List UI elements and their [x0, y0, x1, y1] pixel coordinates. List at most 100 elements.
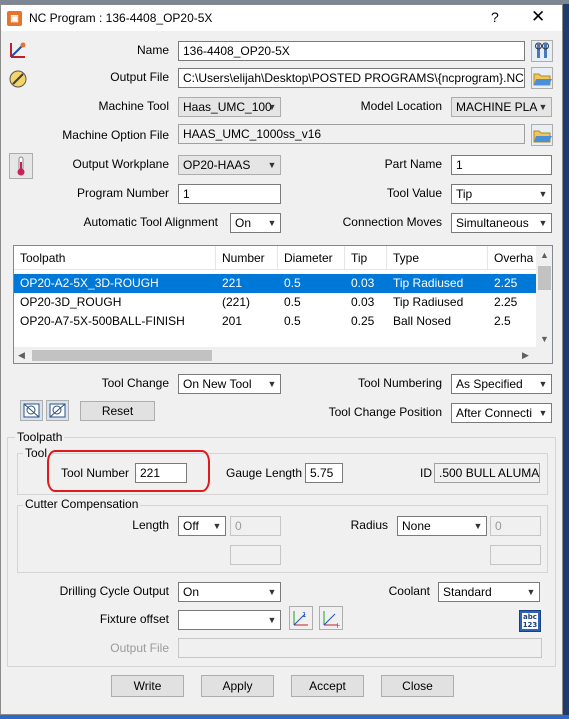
length-extra-input[interactable] — [230, 545, 281, 565]
tool-change-label: Tool Change — [101, 376, 169, 390]
app-icon: ▣ — [7, 11, 22, 26]
connection-moves-label: Connection Moves — [342, 215, 442, 229]
gauge-length-input[interactable]: 5.75 — [305, 463, 343, 483]
tool-change-select[interactable]: On New Tool ▼ — [178, 374, 281, 394]
fixture-offset-add-icon[interactable]: + — [319, 606, 343, 630]
write-button[interactable]: Write — [111, 675, 184, 697]
compass-icon[interactable] — [7, 68, 29, 90]
chevron-down-icon: ▼ — [473, 521, 483, 531]
chevron-down-icon: ▼ — [267, 587, 277, 597]
reset-button[interactable]: Reset — [80, 401, 155, 421]
cell-type: Ball Nosed — [393, 314, 452, 328]
abc-123-icon[interactable]: abc 123 — [519, 610, 541, 632]
column-header-toolpath[interactable]: Toolpath — [14, 246, 216, 270]
output-workplane-label: Output Workplane — [72, 157, 170, 171]
fixture-offset-axes-icon[interactable]: 1 — [289, 606, 313, 630]
chevron-down-icon: ▼ — [538, 102, 548, 112]
fixture-offset-label: Fixture offset — [99, 612, 169, 626]
chevron-down-icon: ▼ — [267, 218, 277, 228]
cell-type: Tip Radiused — [393, 295, 464, 309]
auto-tool-alignment-label: Automatic Tool Alignment — [83, 215, 218, 229]
chevron-down-icon: ▼ — [538, 218, 548, 228]
program-number-input[interactable]: 1 — [178, 184, 281, 204]
coolant-select[interactable]: Standard ▼ — [438, 582, 540, 602]
length-value: Off — [183, 519, 199, 533]
annotation-highlight — [47, 450, 210, 492]
radius-number-input[interactable]: 0 — [490, 516, 541, 536]
cell-toolpath: OP20-3D_ROUGH — [20, 295, 122, 309]
tool-id-input[interactable]: .500 BULL ALUMAS — [434, 463, 540, 483]
tool-list-icon[interactable] — [20, 400, 43, 421]
folder-open-icon[interactable] — [531, 124, 553, 146]
table-row[interactable]: OP20-A2-5X_3D-ROUGH 221 0.5 0.03 Tip Rad… — [14, 274, 536, 293]
tool-numbering-select[interactable]: As Specified ▼ — [451, 374, 552, 394]
name-input[interactable]: 136-4408_OP20-5X — [178, 41, 525, 61]
cell-tip: 0.03 — [351, 295, 375, 309]
tool-change-position-select[interactable]: After Connecti ▼ — [451, 403, 552, 423]
chevron-down-icon: ▼ — [538, 189, 548, 199]
accept-button[interactable]: Accept — [291, 675, 364, 697]
help-button[interactable]: ? — [491, 9, 499, 25]
program-number-label: Program Number — [76, 186, 169, 200]
scroll-down-icon[interactable]: ▼ — [540, 334, 549, 344]
scroll-right-icon[interactable]: ▶ — [522, 350, 529, 361]
window-title: NC Program : 136-4408_OP20-5X — [29, 11, 213, 25]
column-header-diameter[interactable]: Diameter — [278, 246, 345, 270]
nc-program-icon[interactable] — [7, 39, 29, 61]
drilling-cycle-output-label: Drilling Cycle Output — [59, 584, 169, 598]
apply-button[interactable]: Apply — [201, 675, 274, 697]
toolpath-group-title: Toolpath — [15, 430, 65, 444]
close-window-button[interactable]: ✕ — [531, 7, 545, 27]
cell-diameter: 0.5 — [284, 295, 301, 309]
column-header-overhang[interactable]: Overha — [488, 246, 536, 270]
scroll-up-icon[interactable]: ▲ — [540, 250, 549, 260]
cell-number: (221) — [222, 295, 251, 309]
drilling-cycle-output-select[interactable]: On ▼ — [178, 582, 281, 602]
svg-text:1: 1 — [302, 611, 306, 619]
chevron-down-icon: ▼ — [526, 587, 536, 597]
output-file-input[interactable]: C:\Users\elijah\Desktop\POSTED PROGRAMS\… — [178, 68, 525, 88]
length-select[interactable]: Off ▼ — [178, 516, 226, 536]
toolpath-table[interactable]: Toolpath Number Diameter Tip Type Overha… — [13, 245, 553, 364]
output-workplane-select[interactable]: OP20-HAAS ▼ — [178, 155, 281, 175]
cell-tip: 0.25 — [351, 314, 375, 328]
part-name-input[interactable]: 1 — [451, 155, 552, 175]
column-header-tip[interactable]: Tip — [345, 246, 387, 270]
cell-number: 221 — [222, 276, 243, 290]
table-row[interactable]: OP20-3D_ROUGH (221) 0.5 0.03 Tip Radiuse… — [14, 293, 536, 312]
length-number-input[interactable]: 0 — [230, 516, 281, 536]
machine-option-file-input[interactable]: HAAS_UMC_1000ss_v16 — [178, 124, 525, 144]
cell-toolpath: OP20-A7-5X-500BALL-FINISH — [20, 314, 185, 328]
folder-open-icon[interactable] — [531, 67, 553, 89]
horizontal-scroll-thumb[interactable] — [32, 350, 212, 361]
thermometer-icon[interactable] — [9, 153, 33, 179]
output-workplane-value: OP20-HAAS — [183, 158, 251, 172]
column-header-number[interactable]: Number — [216, 246, 278, 270]
tool-properties-icon[interactable] — [531, 40, 553, 62]
machine-tool-value: Haas_UMC_100 — [183, 100, 272, 114]
vertical-scrollbar[interactable] — [536, 246, 552, 347]
close-button[interactable]: Close — [381, 675, 454, 697]
fixture-offset-select[interactable]: ▼ — [178, 610, 281, 630]
machine-option-file-label: Machine Option File — [62, 128, 169, 142]
machine-tool-select[interactable]: Haas_UMC_100 ▼ — [178, 97, 281, 117]
radius-select[interactable]: None ▼ — [397, 516, 487, 536]
output-file-disabled-input[interactable] — [178, 638, 542, 658]
model-location-select[interactable]: MACHINE PLA ▼ — [451, 97, 552, 117]
tool-id-label: ID — [420, 466, 432, 480]
connection-moves-select[interactable]: Simultaneous ▼ — [451, 213, 552, 233]
table-header: Toolpath Number Diameter Tip Type Overha — [14, 246, 536, 270]
gauge-length-label: Gauge Length — [226, 466, 303, 480]
column-header-type[interactable]: Type — [387, 246, 488, 270]
cell-tip: 0.03 — [351, 276, 375, 290]
chevron-down-icon: ▼ — [267, 379, 277, 389]
vertical-scroll-thumb[interactable] — [538, 266, 551, 290]
auto-tool-alignment-select[interactable]: On ▼ — [230, 213, 281, 233]
tool-group-title: Tool — [23, 446, 50, 460]
tool-value-select[interactable]: Tip ▼ — [451, 184, 552, 204]
table-row[interactable]: OP20-A7-5X-500BALL-FINISH 201 0.5 0.25 B… — [14, 312, 536, 331]
tool-renumber-icon[interactable] — [46, 400, 69, 421]
scroll-left-icon[interactable]: ◀ — [18, 350, 25, 361]
output-file-disabled-label: Output File — [110, 641, 169, 655]
radius-extra-input[interactable] — [490, 545, 541, 565]
